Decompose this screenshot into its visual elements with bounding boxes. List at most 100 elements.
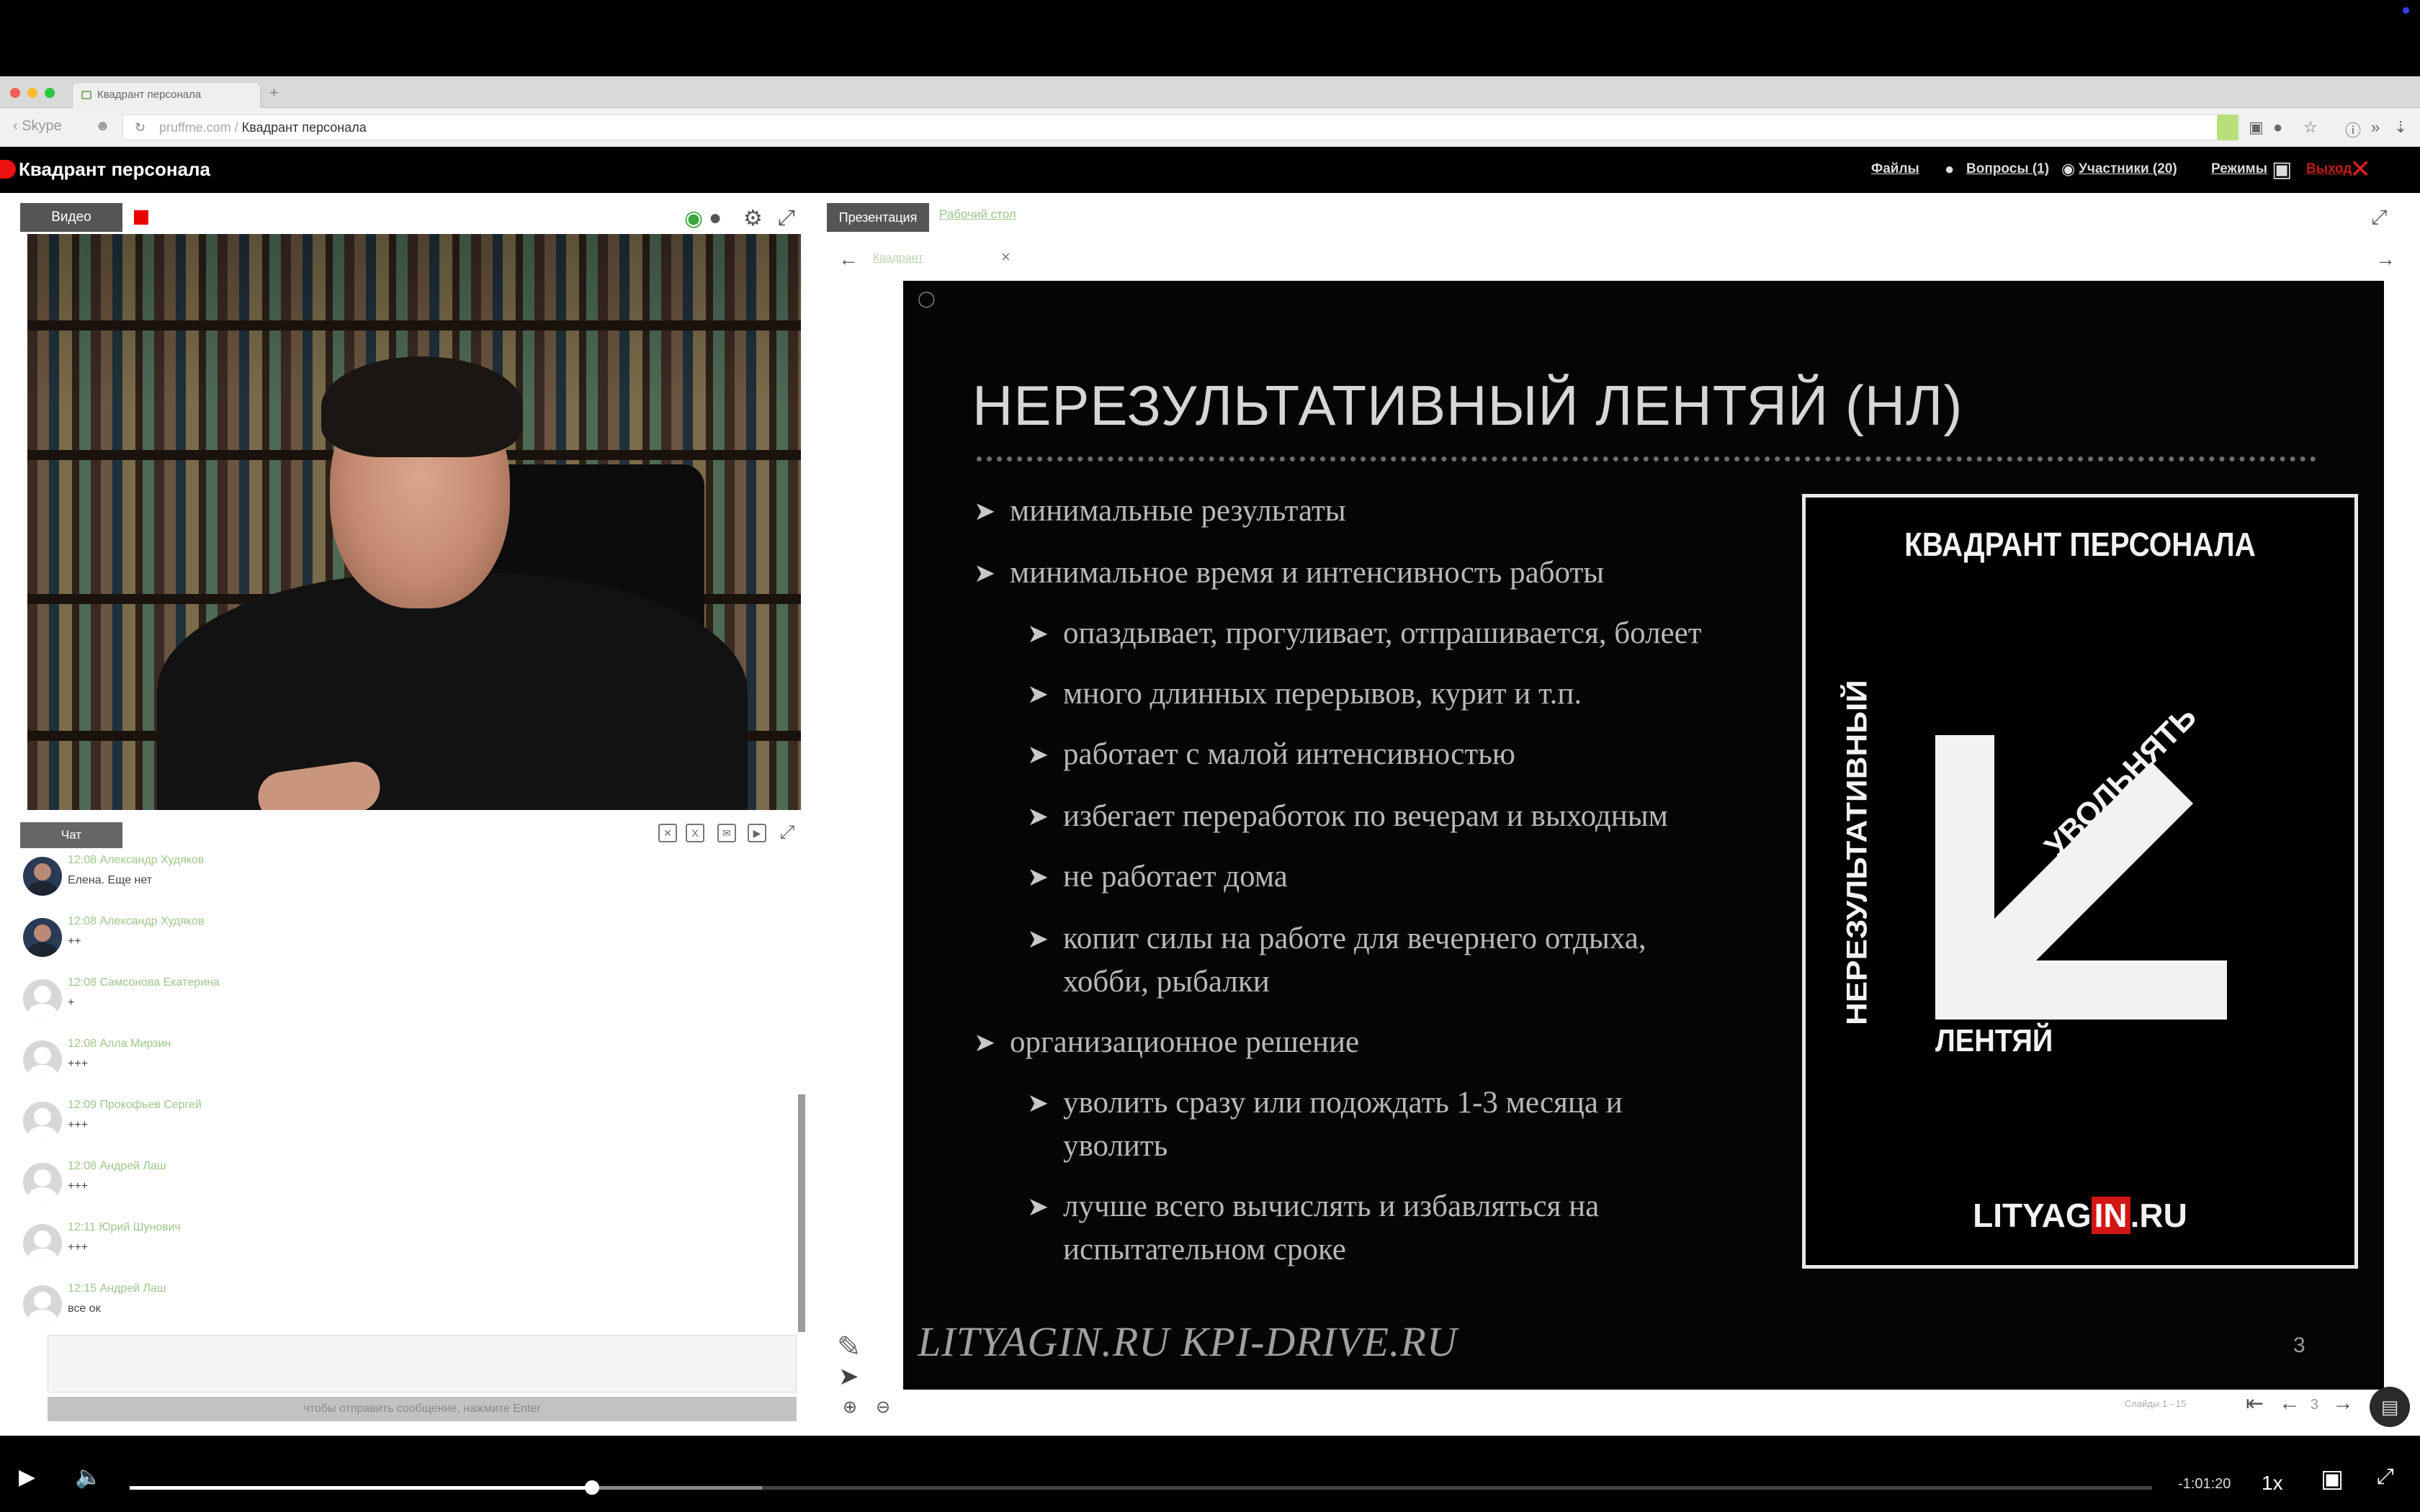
slide-bullet: ➤ минимальное время и интенсивность работ…: [974, 556, 1605, 590]
chat-message-author: Андрей Лаш: [99, 1282, 166, 1295]
doc-back-arrow-icon[interactable]: ←: [838, 248, 859, 271]
microphone-icon[interactable]: ●: [709, 206, 722, 230]
doc-forward-arrow-icon[interactable]: →: [2375, 248, 2396, 271]
play-button-icon[interactable]: ▶: [19, 1464, 35, 1490]
exit-link[interactable]: Выход: [2306, 161, 2352, 177]
pin-icon[interactable]: ●: [2273, 118, 2282, 137]
reload-icon[interactable]: ↻: [135, 115, 145, 140]
close-document-icon[interactable]: ×: [1001, 248, 1010, 266]
chat-message-meta: 12:15 Андрей Лаш: [68, 1282, 166, 1295]
exit-fullscreen-icon[interactable]: ⤢: [2377, 1464, 2394, 1489]
chat-scrollbar[interactable]: [798, 1094, 805, 1332]
browser-tab-title: Квадрант персонала: [97, 89, 202, 101]
camera-on-icon[interactable]: ◉: [684, 206, 703, 231]
time-remaining: -1:01:20: [2178, 1476, 2231, 1492]
playback-speed-button[interactable]: 1x: [2262, 1472, 2283, 1495]
chat-message-text: Елена. Еще нет: [68, 874, 153, 886]
chat-input[interactable]: [48, 1335, 797, 1392]
chat-message-time: 12:15: [68, 1282, 97, 1295]
slide-sub-bullet: ➤ избегает переработок по вечерам и выход…: [1027, 799, 1668, 833]
slide-title: НЕРЕЗУЛЬТАТИВНЫЙ ЛЕНТЯЙ (НЛ): [972, 374, 1963, 437]
translate-icon[interactable]: ▣: [2249, 118, 2264, 137]
chat-message: 12:08 Александр Худяков Елена. Еще нет: [20, 850, 791, 911]
chat-message-time: 12:11: [68, 1221, 96, 1233]
fullscreen-icon[interactable]: ▣: [2272, 157, 2292, 182]
info-icon[interactable]: ⓘ: [2345, 118, 2361, 141]
chat-message: 12:08 Андрей Лаш +++: [20, 1156, 791, 1217]
more-icon[interactable]: »: [2371, 118, 2380, 137]
minimize-window-icon[interactable]: [27, 88, 37, 98]
picture-in-picture-icon[interactable]: ▣: [2321, 1464, 2344, 1493]
mail-icon[interactable]: ✉: [717, 824, 736, 842]
pen-tool-icon[interactable]: ✎: [837, 1331, 861, 1364]
chat-message-meta: 12:08 Александр Худяков: [68, 915, 204, 928]
zoom-out-icon[interactable]: ⊖: [876, 1397, 890, 1418]
chat-message-author: Андрей Лаш: [99, 1160, 166, 1172]
close-window-icon[interactable]: [10, 88, 20, 98]
video-shelf: [27, 320, 801, 330]
chat-message-meta: 12:08 Андрей Лаш: [68, 1160, 166, 1173]
chat-message-text: +: [68, 996, 75, 1009]
expand-chat-icon[interactable]: ⤢: [778, 822, 797, 842]
download-icon[interactable]: ⇣: [2394, 118, 2407, 137]
chat-message-list: 12:08 Александр Худяков Елена. Еще нет 12:…: [20, 850, 798, 1332]
chat-message-author: Прокофьев Сергей: [99, 1099, 202, 1111]
browser-tab[interactable]: Квадрант персонала: [72, 82, 261, 108]
video-tab[interactable]: Видео: [20, 203, 122, 232]
participants-link[interactable]: Участники (20): [2079, 161, 2177, 177]
new-tab-button[interactable]: +: [269, 84, 279, 102]
exit-close-icon[interactable]: ✕: [2349, 154, 2371, 184]
document-tab[interactable]: Квадрант: [873, 252, 1017, 265]
expand-video-icon[interactable]: ⤢: [778, 206, 795, 230]
next-slide-icon[interactable]: →: [2332, 1391, 2354, 1416]
seek-handle[interactable]: [584, 1480, 599, 1495]
eraser-icon[interactable]: ◯: [918, 289, 936, 308]
slide-counter[interactable]: Слайды 1 - 15: [2125, 1398, 2186, 1409]
files-link[interactable]: Файлы: [1871, 161, 1919, 177]
chat-message-time: 12:08: [68, 915, 97, 927]
clear-chat-icon[interactable]: ✕: [658, 824, 677, 842]
questions-link[interactable]: Вопросы (1): [1966, 161, 2049, 177]
chat-message-meta: 12:08 Самсонова Екатерина: [68, 976, 220, 989]
slide-sub-bullet: ➤ лучше всего вычислять и избавляться на и…: [1027, 1189, 1600, 1266]
app-logo-icon: [0, 160, 16, 179]
back-button[interactable]: ‹ Skype: [13, 118, 62, 135]
avatar: [23, 1224, 62, 1263]
zoom-window-icon[interactable]: [45, 88, 55, 98]
chat-message-meta: 12:09 Прокофьев Сергей: [68, 1099, 202, 1112]
browser-nav-bar: ‹ Skype ☻ ↻ pruffme.com / Квадрант персо…: [0, 108, 2420, 147]
modes-link[interactable]: Режимы: [2211, 161, 2267, 177]
chat-message-text: ++: [68, 935, 81, 948]
chat-message: 12:08 Александр Худяков ++: [20, 911, 791, 972]
chat-message: 12:11 Юрий Шунович +++: [20, 1217, 791, 1278]
slide-sub-bullet: ➤ копит силы на работе для вечернего отды…: [1027, 922, 1646, 999]
pointer-tool-icon[interactable]: ➤: [838, 1362, 859, 1391]
play-icon[interactable]: ▶: [748, 824, 766, 842]
address-bar[interactable]: ↻ pruffme.com / Квадрант персонала: [122, 114, 2240, 140]
secure-lock-icon[interactable]: [2217, 114, 2238, 140]
chat-send-hint: чтобы отправить сообщение, нажмите Enter: [48, 1397, 797, 1421]
presentation-tab[interactable]: Презентация: [827, 203, 929, 232]
first-slide-icon[interactable]: ⇤: [2246, 1391, 2264, 1416]
volume-icon[interactable]: 🔈: [75, 1464, 102, 1490]
chat-message-author: Алла Мирзин: [99, 1038, 171, 1050]
seek-bar[interactable]: [130, 1480, 2152, 1495]
chat-message: 12:09 Прокофьев Сергей +++: [20, 1094, 791, 1156]
user-icon[interactable]: ☻: [95, 118, 110, 135]
desktop-tab[interactable]: Рабочий стол: [939, 207, 1016, 222]
eye-icon: ◉: [2061, 160, 2076, 178]
captions-icon[interactable]: ▤: [2370, 1387, 2410, 1427]
app-title: Квадрант персонала: [19, 158, 211, 180]
chat-tab[interactable]: Чат: [20, 822, 122, 848]
video-speaker-body: [157, 572, 748, 810]
zoom-in-icon[interactable]: ⊕: [843, 1397, 857, 1418]
bookmark-star-icon[interactable]: ☆: [2303, 118, 2318, 137]
chat-message-text: +++: [68, 1241, 89, 1254]
prev-slide-icon[interactable]: ←: [2279, 1391, 2300, 1416]
expand-presentation-icon[interactable]: ⤢: [2371, 206, 2387, 230]
status-dot: [2403, 7, 2409, 14]
settings-gear-icon[interactable]: ⚙: [743, 206, 763, 231]
export-excel-icon[interactable]: X: [686, 824, 704, 842]
chat-message: 12:15 Андрей Лаш все ок: [20, 1278, 791, 1339]
record-indicator-icon[interactable]: [134, 210, 148, 225]
